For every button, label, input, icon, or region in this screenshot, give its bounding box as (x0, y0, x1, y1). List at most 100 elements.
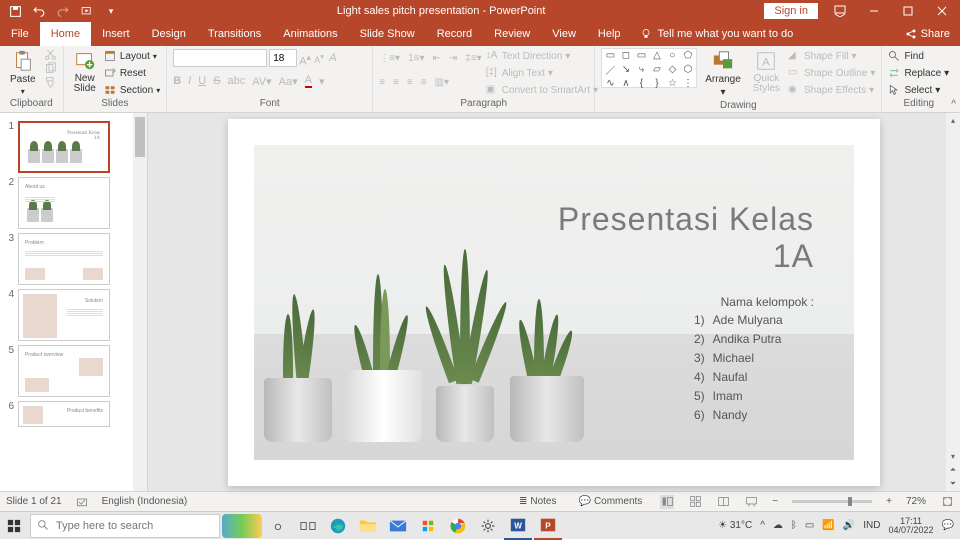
ribbon-display-icon[interactable] (828, 0, 852, 22)
language-status[interactable]: English (Indonesia) (102, 496, 188, 507)
slide-thumbnail-5[interactable]: Product overview (18, 345, 110, 397)
clock[interactable]: 17:11 04/07/2022 (889, 517, 934, 535)
bluetooth-icon[interactable]: ᛒ (791, 520, 797, 531)
format-painter-icon[interactable] (44, 76, 57, 89)
taskbar-search[interactable]: Type here to search (30, 514, 220, 538)
zoom-level[interactable]: 72% (906, 496, 926, 507)
onedrive-icon[interactable]: ☁ (773, 520, 783, 531)
reset-button[interactable]: Reset (104, 65, 160, 81)
normal-view-icon[interactable] (660, 495, 674, 509)
cut-icon[interactable] (44, 48, 57, 61)
italic-button[interactable]: I (188, 75, 191, 87)
tab-design[interactable]: Design (141, 22, 197, 46)
convert-smartart-button[interactable]: ▣Convert to SmartArt▾ (486, 82, 598, 98)
reading-view-icon[interactable] (716, 495, 730, 509)
section-button[interactable]: Section ▾ (104, 82, 160, 98)
shadow-button[interactable]: abc (228, 75, 246, 87)
dec-indent-button[interactable]: ⇤ (432, 53, 440, 64)
slide-thumbnail-2[interactable]: About us (18, 177, 110, 229)
slide-thumbnail-3[interactable]: Problem (18, 233, 110, 285)
taskbar-widget-icon[interactable] (222, 514, 262, 538)
tab-transitions[interactable]: Transitions (197, 22, 272, 46)
align-left-button[interactable]: ≡ (379, 77, 385, 88)
font-name-input[interactable] (173, 49, 267, 67)
qat-more-icon[interactable]: ▾ (104, 4, 118, 18)
comments-button[interactable]: 💬Comments (574, 496, 646, 507)
prev-slide-icon[interactable]: ⏶ (946, 463, 960, 477)
scroll-down-icon[interactable]: ▾ (946, 449, 960, 463)
cortana-icon[interactable]: ○ (264, 512, 292, 540)
spellcheck-icon[interactable] (76, 496, 88, 508)
bold-button[interactable]: B (173, 75, 181, 87)
tell-me[interactable]: Tell me what you want to do (632, 22, 802, 46)
start-button[interactable] (0, 512, 28, 540)
slide-thumbnail-1[interactable]: Presentasi Kelas1A (18, 121, 110, 173)
shrink-font-icon[interactable]: A▾ (314, 52, 327, 65)
language-indicator[interactable]: IND (863, 520, 880, 531)
notes-button[interactable]: ≣Notes (515, 496, 561, 507)
edge-icon[interactable] (324, 512, 352, 540)
fit-window-icon[interactable] (940, 495, 954, 509)
slideshow-view-icon[interactable] (744, 495, 758, 509)
notifications-icon[interactable]: 💬 (942, 520, 954, 531)
battery-icon[interactable]: ▭ (805, 520, 814, 531)
bullets-button[interactable]: ⋮≡▾ (379, 53, 400, 64)
numbering-button[interactable]: 1≡▾ (408, 53, 424, 64)
word-icon[interactable]: W (504, 512, 532, 540)
tab-record[interactable]: Record (426, 22, 483, 46)
font-color-button[interactable]: A (305, 74, 312, 88)
shape-outline-button[interactable]: ▭Shape Outline▾ (788, 65, 875, 81)
from-beginning-icon[interactable] (80, 4, 94, 18)
next-slide-icon[interactable]: ⏷ (946, 477, 960, 491)
shapes-gallery[interactable]: ▭◻▭△○⬠ ／↘⤷▱◇⬡ ∿∧{}☆⋮ (601, 48, 697, 88)
strike-button[interactable]: S (213, 75, 220, 87)
mail-icon[interactable] (384, 512, 412, 540)
replace-button[interactable]: Replace▾ (888, 65, 949, 81)
align-center-button[interactable]: ≡ (393, 77, 399, 88)
slide-counter[interactable]: Slide 1 of 21 (6, 496, 62, 507)
layout-button[interactable]: Layout ▾ (104, 48, 160, 64)
grow-font-icon[interactable]: A▴ (299, 52, 312, 65)
tab-file[interactable]: File (0, 22, 40, 46)
minimize-button[interactable] (862, 0, 886, 22)
scroll-up-icon[interactable]: ▴ (946, 113, 960, 127)
collapse-ribbon-icon[interactable]: ^ (951, 99, 956, 110)
share-button[interactable]: Share (895, 22, 960, 46)
change-case-button[interactable]: Aa▾ (279, 75, 298, 88)
inc-indent-button[interactable]: ⇥ (449, 53, 457, 64)
quick-styles-button[interactable]: A Quick Styles (749, 48, 784, 96)
tab-view[interactable]: View (541, 22, 587, 46)
close-button[interactable] (930, 0, 954, 22)
store-icon[interactable] (414, 512, 442, 540)
powerpoint-icon[interactable]: P (534, 512, 562, 540)
arrange-button[interactable]: Arrange▾ (701, 48, 745, 100)
undo-icon[interactable] (32, 4, 46, 18)
new-slide-button[interactable]: New Slide (70, 48, 100, 96)
zoom-out-button[interactable]: − (772, 496, 778, 507)
settings-icon[interactable] (474, 512, 502, 540)
zoom-in-button[interactable]: + (886, 496, 892, 507)
slide-thumbnail-6[interactable]: Product benefits (18, 401, 110, 427)
volume-icon[interactable]: 🔊 (843, 520, 855, 531)
explorer-icon[interactable] (354, 512, 382, 540)
maximize-button[interactable] (896, 0, 920, 22)
line-spacing-button[interactable]: ‡≡▾ (465, 53, 481, 64)
char-spacing-button[interactable]: AV▾ (252, 75, 271, 88)
tab-animations[interactable]: Animations (272, 22, 348, 46)
signin-button[interactable]: Sign in (764, 3, 818, 19)
shape-fill-button[interactable]: ◢Shape Fill▾ (788, 48, 875, 64)
align-text-button[interactable]: [‡]Align Text▾ (486, 65, 598, 81)
thumbnail-scrollbar[interactable] (133, 113, 147, 491)
tab-insert[interactable]: Insert (91, 22, 141, 46)
slide[interactable]: Presentasi Kelas 1A Nama kelompok : 1)Ad… (228, 119, 880, 486)
align-right-button[interactable]: ≡ (407, 77, 413, 88)
select-button[interactable]: Select▾ (888, 82, 949, 98)
justify-button[interactable]: ≡ (421, 77, 427, 88)
sorter-view-icon[interactable] (688, 495, 702, 509)
task-view-icon[interactable] (294, 512, 322, 540)
tab-slideshow[interactable]: Slide Show (349, 22, 426, 46)
clear-format-icon[interactable]: A (329, 52, 342, 65)
tab-home[interactable]: Home (40, 22, 91, 46)
find-button[interactable]: Find (888, 48, 949, 64)
wifi-icon[interactable]: 📶 (822, 520, 834, 531)
